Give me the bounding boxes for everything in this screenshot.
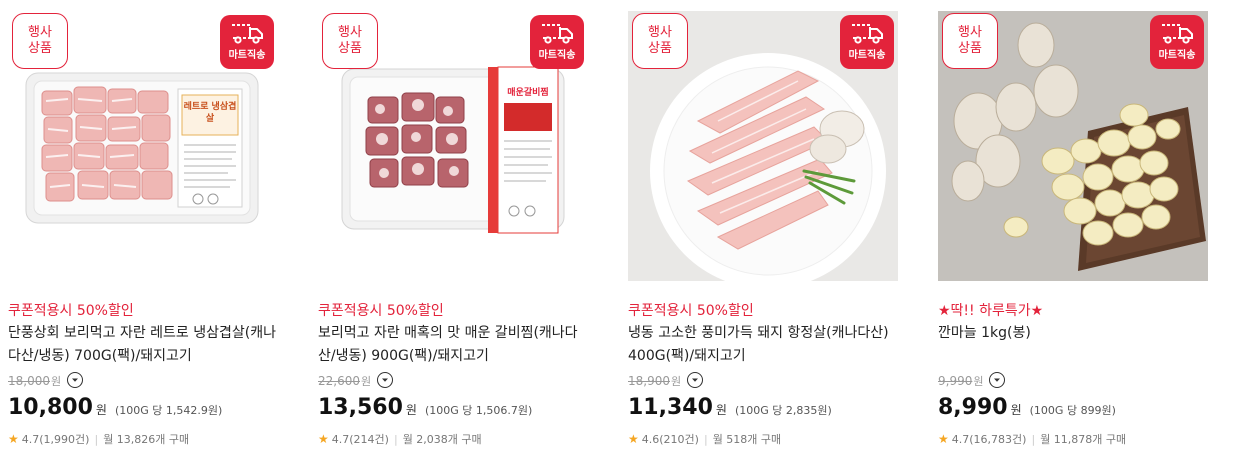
product-card[interactable]: 레트로 냉삼겹살 행사상품 마트직송 쿠폰적용시 50%할인 단풍상회 보리먹고…	[8, 11, 278, 460]
rating: 4.6	[641, 432, 660, 446]
review-count[interactable]: (214건)	[349, 431, 389, 447]
price-unit: 원	[715, 403, 727, 417]
delivery-badge: 마트직송	[840, 15, 894, 69]
original-price: 18,000	[8, 374, 50, 388]
product-image[interactable]: 행사상품 마트직송	[628, 11, 898, 281]
product-name[interactable]: 깐마늘 1kg(봉)	[938, 322, 1208, 345]
product-name[interactable]: 보리먹고 자란 매혹의 맛 매운 갈비찜(캐나다산/냉동) 900G(팩)/돼지…	[318, 322, 588, 368]
product-card[interactable]: 행사상품 마트직송 쿠폰적용시 50%할인 냉동 고소한 풍미가득 돼지 항정살…	[628, 11, 898, 460]
product-card[interactable]: 행사상품 마트직송 ★딱!! 하루특가★ 깐마늘 1kg(봉) 9,990원 8…	[938, 11, 1208, 460]
unit-price: (100G 당 1,506.7원)	[424, 404, 533, 417]
star-icon: ★	[318, 432, 329, 446]
original-price-row: 9,990원	[938, 370, 1006, 389]
chevron-down-icon	[380, 375, 390, 385]
original-price-row: 18,900원	[628, 370, 704, 389]
promo-tag: 쿠폰적용시 50%할인	[8, 303, 134, 319]
product-image[interactable]: 레트로 냉삼겹살 행사상품 마트직송	[8, 11, 278, 281]
review-count[interactable]: (1,990건)	[39, 431, 89, 447]
review-count[interactable]: (16,783건)	[969, 431, 1026, 447]
original-price-unit: 원	[51, 375, 62, 388]
original-price: 22,600	[318, 374, 360, 388]
truck-icon	[850, 22, 884, 44]
original-price-row: 18,000원	[8, 370, 84, 389]
package-label: 레트로 냉삼겹살	[183, 102, 237, 124]
divider: |	[393, 432, 398, 446]
delivery-badge: 마트직송	[1150, 15, 1204, 69]
original-price-unit: 원	[973, 375, 984, 388]
product-name[interactable]: 단풍상회 보리먹고 자란 레트로 냉삼겹살(캐나다산/냉동) 700G(팩)/돼…	[8, 322, 278, 368]
review-meta: ★ 4.7 (1,990건) | 월 13,826개 구매	[8, 431, 189, 447]
review-count[interactable]: (210건)	[659, 431, 699, 447]
original-price-unit: 원	[671, 375, 682, 388]
delivery-badge: 마트직송	[530, 15, 584, 69]
price-unit: 원	[1010, 403, 1022, 417]
unit-price: (100G 당 899원)	[1029, 404, 1116, 417]
sale-price: 10,800	[8, 395, 93, 420]
event-badge: 행사상품	[322, 13, 378, 69]
original-price: 18,900	[628, 374, 670, 388]
unit-price: (100G 당 1,542.9원)	[114, 404, 223, 417]
price-row: 8,990 원 (100G 당 899원)	[938, 395, 1116, 420]
product-image[interactable]: 매운갈비찜 행사상품 마트직송	[318, 11, 588, 281]
truck-icon	[230, 22, 264, 44]
sale-price: 11,340	[628, 395, 713, 420]
rating: 4.7	[331, 432, 350, 446]
truck-icon	[1160, 22, 1194, 44]
price-row: 11,340 원 (100G 당 2,835원)	[628, 395, 832, 420]
divider: |	[703, 432, 708, 446]
price-info-button[interactable]	[377, 371, 394, 388]
price-unit: 원	[95, 403, 107, 417]
promo-tag: 쿠폰적용시 50%할인	[318, 303, 444, 319]
promo-tag: ★딱!! 하루특가★	[938, 303, 1044, 319]
review-meta: ★ 4.7 (16,783건) | 월 11,878개 구매	[938, 431, 1126, 447]
monthly-sales: 월 13,826개 구매	[103, 433, 190, 446]
event-badge: 행사상품	[12, 13, 68, 69]
price-info-button[interactable]	[687, 371, 704, 388]
rating: 4.7	[21, 432, 40, 446]
product-image[interactable]: 행사상품 마트직송	[938, 11, 1208, 281]
rating: 4.7	[951, 432, 970, 446]
chevron-down-icon	[992, 375, 1002, 385]
chevron-down-icon	[690, 375, 700, 385]
promo-tag: 쿠폰적용시 50%할인	[628, 303, 754, 319]
unit-price: (100G 당 2,835원)	[734, 404, 832, 417]
sale-price: 13,560	[318, 395, 403, 420]
event-badge: 행사상품	[632, 13, 688, 69]
sale-price: 8,990	[938, 395, 1008, 420]
review-meta: ★ 4.7 (214건) | 월 2,038개 구매	[318, 431, 482, 447]
price-info-button[interactable]	[67, 371, 84, 388]
monthly-sales: 월 11,878개 구매	[1040, 433, 1127, 446]
delivery-badge: 마트직송	[220, 15, 274, 69]
price-row: 13,560 원 (100G 당 1,506.7원)	[318, 395, 532, 420]
price-row: 10,800 원 (100G 당 1,542.9원)	[8, 395, 222, 420]
star-icon: ★	[628, 432, 639, 446]
event-badge: 행사상품	[942, 13, 998, 69]
star-icon: ★	[8, 432, 19, 446]
package-label: 매운갈비찜	[507, 88, 549, 98]
monthly-sales: 월 518개 구매	[712, 433, 782, 446]
original-price-unit: 원	[361, 375, 372, 388]
monthly-sales: 월 2,038개 구매	[402, 433, 482, 446]
divider: |	[1031, 432, 1036, 446]
truck-icon	[540, 22, 574, 44]
divider: |	[94, 432, 99, 446]
product-name[interactable]: 냉동 고소한 풍미가득 돼지 항정살(캐나다산) 400G(팩)/돼지고기	[628, 322, 898, 368]
price-info-button[interactable]	[989, 371, 1006, 388]
price-unit: 원	[405, 403, 417, 417]
original-price-row: 22,600원	[318, 370, 394, 389]
chevron-down-icon	[70, 375, 80, 385]
original-price: 9,990	[938, 374, 973, 388]
product-card[interactable]: 매운갈비찜 행사상품 마트직송 쿠폰적용시 50%할인 보리먹고 자란 매혹의 …	[318, 11, 588, 460]
review-meta: ★ 4.6 (210건) | 월 518개 구매	[628, 431, 781, 447]
star-icon: ★	[938, 432, 949, 446]
